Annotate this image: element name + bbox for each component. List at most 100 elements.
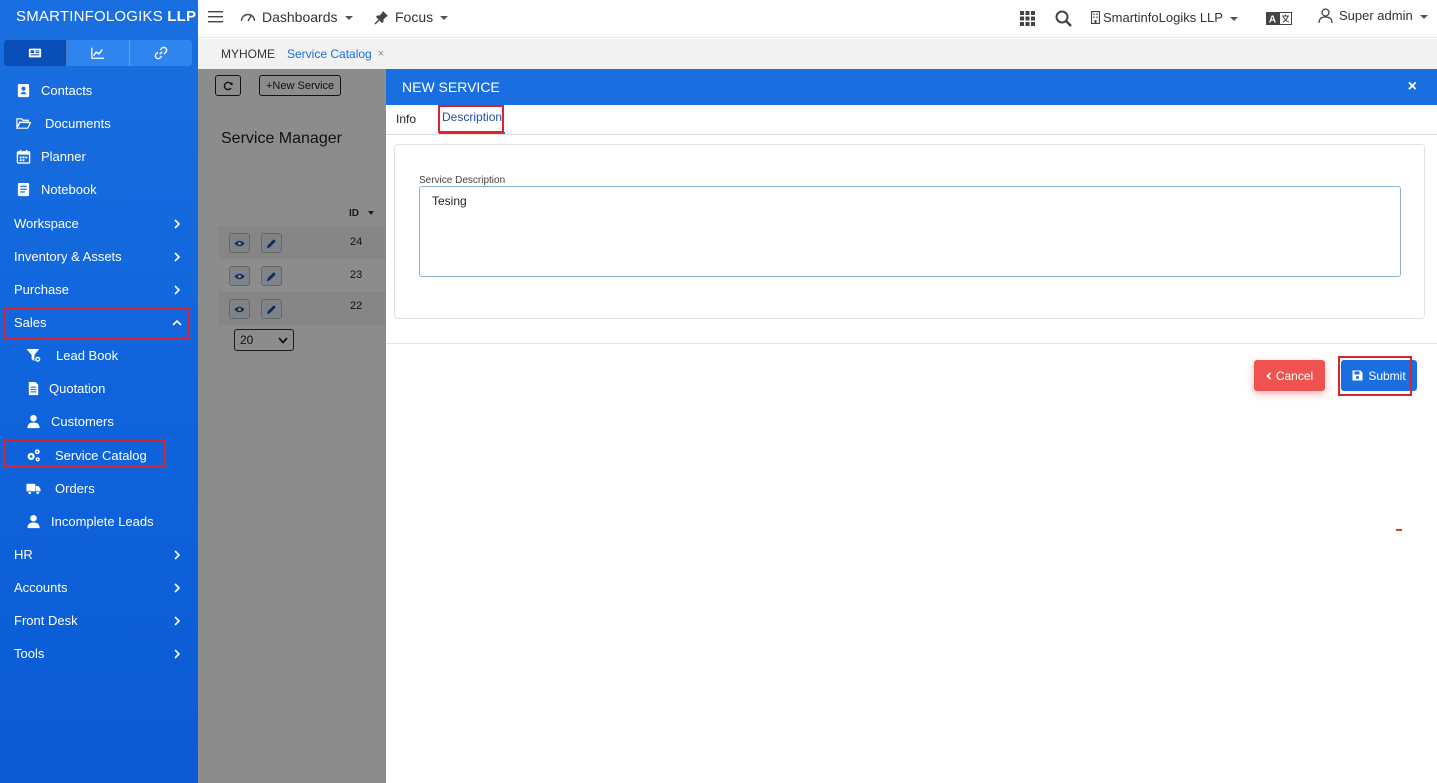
modal-header: NEW SERVICE × — [386, 69, 1437, 105]
sidebar-item-sales[interactable]: Sales — [0, 306, 198, 339]
sidebar-item-label: HR — [14, 547, 33, 562]
chevron-left-icon — [1266, 371, 1271, 380]
brand-logo[interactable]: SMARTINFOLOGIKS LLP — [0, 0, 198, 36]
user-icon — [24, 414, 42, 430]
sidebar-item-notebook[interactable]: Notebook — [0, 173, 198, 206]
modal-title: NEW SERVICE — [402, 79, 500, 95]
dashboards-label: Dashboards — [262, 9, 338, 25]
brand-name-light: SMARTINFOLOGIKS — [16, 8, 163, 25]
chevron-right-icon — [172, 581, 182, 593]
sidebar-item-label: Workspace — [14, 216, 79, 231]
cancel-label: Cancel — [1275, 368, 1314, 383]
company-label: SmartinfoLogiks LLP — [1103, 10, 1223, 25]
hamburger-icon — [208, 11, 223, 23]
user-menu[interactable]: Super admin — [1318, 8, 1428, 23]
close-tab-icon[interactable]: × — [378, 48, 384, 60]
chevron-right-icon — [172, 647, 182, 659]
divider — [386, 343, 1437, 344]
language-button[interactable]: A — [1266, 12, 1292, 25]
service-description-label: Service Description — [419, 175, 506, 186]
cancel-button[interactable]: Cancel — [1254, 360, 1325, 391]
chevron-right-icon — [172, 217, 182, 229]
service-description-input[interactable]: Tesing — [419, 186, 1401, 277]
search-button[interactable] — [1055, 10, 1072, 27]
sidebar-item-label: Quotation — [49, 381, 106, 396]
sidebar-item-customers[interactable]: Customers — [0, 405, 198, 438]
sidebar-item-label: Orders — [55, 481, 95, 496]
red-mark — [1396, 529, 1402, 531]
description-panel: Service Description Tesing — [394, 144, 1425, 319]
sidebar-item-label: Documents — [45, 116, 111, 131]
gauge-icon — [240, 13, 256, 21]
focus-menu[interactable]: Focus — [374, 9, 449, 25]
sidebar-item-inventory-assets[interactable]: Inventory & Assets — [0, 240, 198, 273]
sidebar-tab-charts[interactable] — [67, 40, 130, 66]
sidebar-item-label: Lead Book — [56, 348, 119, 363]
sidebar-item-label: Incomplete Leads — [51, 514, 154, 529]
sidebar-item-quotation[interactable]: Quotation — [0, 372, 198, 405]
sidebar-item-workspace[interactable]: Workspace — [0, 207, 198, 240]
folder-open-icon — [14, 116, 32, 132]
modal-tabs: Info Description — [386, 105, 1437, 135]
chevron-right-icon — [172, 283, 182, 295]
apps-grid-button[interactable] — [1020, 11, 1035, 26]
sidebar-item-label: Notebook — [41, 182, 97, 197]
sidebar-item-label: Accounts — [14, 580, 68, 595]
brand-name-bold: LLP — [167, 8, 197, 25]
breadcrumb-home[interactable]: MYHOME — [221, 47, 275, 61]
caret-down-icon — [440, 16, 449, 20]
sidebar-tab-dashboard[interactable] — [4, 40, 67, 66]
cogs-icon — [24, 448, 42, 464]
save-icon — [1352, 370, 1363, 381]
sidebar-item-hr[interactable]: HR — [0, 538, 198, 571]
sidebar-item-label: Sales — [14, 315, 47, 330]
sidebar-item-label: Planner — [41, 149, 86, 164]
tab-description[interactable]: Description — [439, 110, 506, 134]
grid-icon — [1020, 11, 1035, 26]
sidebar-item-contacts[interactable]: Contacts — [0, 74, 198, 107]
sidebar-item-label: Service Catalog — [55, 448, 147, 463]
calendar-icon — [14, 149, 32, 165]
sidebar-item-service-catalog[interactable]: Service Catalog — [0, 439, 198, 472]
sidebar-item-incomplete-leads[interactable]: Incomplete Leads — [0, 505, 198, 538]
sidebar-item-orders[interactable]: Orders — [0, 472, 198, 505]
search-icon — [1055, 10, 1072, 27]
modal-backdrop[interactable] — [198, 69, 386, 783]
sidebar-item-purchase[interactable]: Purchase — [0, 273, 198, 306]
menu-toggle-button[interactable] — [208, 10, 223, 24]
focus-label: Focus — [395, 9, 434, 25]
sidebar-item-front-desk[interactable]: Front Desk — [0, 604, 198, 637]
sidebar-item-label: Front Desk — [14, 613, 78, 628]
sidebar-item-documents[interactable]: Documents — [0, 107, 198, 140]
tab-info[interactable]: Info — [396, 112, 416, 134]
sidebar-item-planner[interactable]: Planner — [0, 140, 198, 173]
caret-down-icon — [344, 16, 353, 20]
sidebar-item-lead-book[interactable]: Lead Book — [0, 339, 198, 372]
caret-down-icon — [1419, 14, 1428, 19]
dashboards-menu[interactable]: Dashboards — [240, 9, 353, 25]
close-icon[interactable]: × — [1408, 78, 1417, 96]
sidebar-item-tools[interactable]: Tools — [0, 637, 198, 670]
chevron-right-icon — [172, 250, 182, 262]
top-header: Dashboards Focus SmartinfoLogiks LLP A S… — [198, 0, 1437, 38]
sidebar-item-label: Tools — [14, 646, 45, 661]
chevron-right-icon — [172, 548, 182, 560]
link-icon — [154, 46, 168, 60]
building-icon — [1091, 11, 1100, 24]
submit-button[interactable]: Submit — [1341, 360, 1417, 391]
user-icon — [24, 514, 42, 530]
sidebar-item-label: Customers — [51, 414, 114, 429]
sidebar-item-accounts[interactable]: Accounts — [0, 571, 198, 604]
breadcrumb-tab-service-catalog[interactable]: Service Catalog — [287, 47, 372, 61]
company-selector[interactable]: SmartinfoLogiks LLP — [1091, 10, 1238, 25]
user-name-label: Super admin — [1339, 8, 1413, 23]
contact-book-icon — [14, 83, 32, 99]
new-service-modal: NEW SERVICE × Info Description Service D… — [386, 69, 1437, 783]
sidebar-item-label: Purchase — [14, 282, 69, 297]
breadcrumb: MYHOME Service Catalog × — [198, 39, 1437, 69]
document-icon — [24, 381, 42, 397]
sidebar-tab-links[interactable] — [130, 40, 192, 66]
sidebar-item-label: Contacts — [41, 83, 93, 98]
pin-icon — [374, 10, 388, 24]
user-icon — [1318, 8, 1333, 23]
